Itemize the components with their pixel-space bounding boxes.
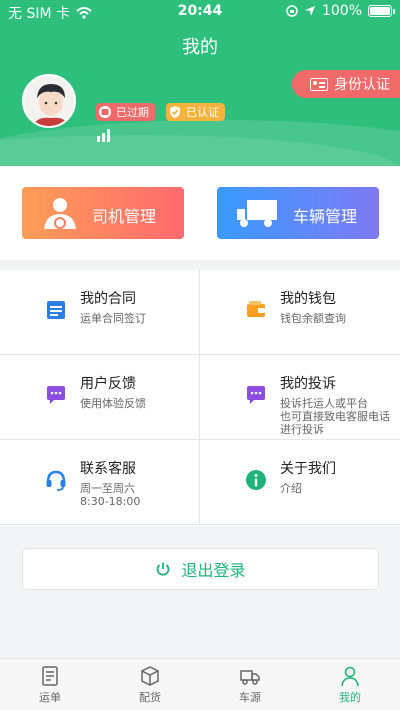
person-icon [341, 666, 359, 687]
vehicle-management-button[interactable]: 车辆管理 [217, 187, 379, 239]
feedback-cell[interactable]: 用户反馈 使用体验反馈 [0, 355, 200, 440]
contract-cell[interactable]: 我的合同 运单合同签订 [0, 270, 200, 355]
location-icon [304, 6, 315, 16]
verified-badge: 已认证 [166, 103, 225, 121]
profile-header: 无 SIM 卡 20:44 100% 我的 已过期 已认证 身份认证 [0, 0, 400, 166]
truck-icon [237, 200, 277, 227]
tab-waybill[interactable]: 运单 [0, 665, 100, 709]
headset-icon [46, 470, 66, 491]
driver-icon [44, 198, 76, 229]
avatar[interactable] [22, 74, 76, 128]
my-profile-page: 无 SIM 卡 20:44 100% 我的 已过期 已认证 身份认证 司机管理 … [0, 0, 400, 710]
id-card-icon [310, 77, 328, 91]
truck-icon [240, 670, 260, 685]
contract-icon [47, 301, 65, 319]
expired-icon [99, 106, 111, 118]
power-icon [157, 562, 170, 576]
tab-allocation[interactable]: 配货 [100, 665, 200, 709]
wallet-cell[interactable]: 我的钱包 钱包余额查询 [200, 270, 400, 355]
orientation-lock-icon [286, 5, 298, 17]
page-title: 我的 [182, 37, 218, 58]
tab-my[interactable]: 我的 [300, 665, 400, 709]
driver-management-button[interactable]: 司机管理 [22, 187, 184, 239]
feature-grid: 我的合同 运单合同签订 我的钱包 钱包余额查询 用户反馈 使用体验反馈 我的投诉… [0, 270, 400, 526]
avatar-image [24, 76, 74, 126]
box-icon [141, 666, 159, 686]
battery-icon [368, 5, 395, 17]
expired-badge: 已过期 [96, 103, 155, 121]
battery-percent: 100% [321, 3, 362, 19]
id-verify-button[interactable]: 身份认证 [292, 70, 400, 98]
waybill-icon [42, 666, 58, 686]
shield-check-icon [170, 106, 180, 118]
info-icon [246, 470, 266, 490]
tab-vehicle-source[interactable]: 车源 [200, 665, 300, 709]
bottom-tab-bar: 运单 配货 车源 我的 [0, 658, 400, 710]
complaint-cell[interactable]: 我的投诉 投诉托运人或平台 也可直接致电客服电话 进行投诉 [200, 355, 400, 440]
about-cell[interactable]: 关于我们 介绍 [200, 440, 400, 525]
level-bars-icon [97, 129, 110, 142]
wallet-icon [247, 301, 265, 317]
chat-bubble-icon [247, 386, 265, 404]
customer-service-cell[interactable]: 联系客服 周一至周六 8:30-18:00 [0, 440, 200, 525]
logout-button[interactable]: 退出登录 [22, 548, 379, 590]
status-bar: 无 SIM 卡 20:44 100% [0, 0, 400, 24]
management-section: 司机管理 车辆管理 [0, 166, 400, 260]
chat-bubble-icon [47, 386, 65, 404]
